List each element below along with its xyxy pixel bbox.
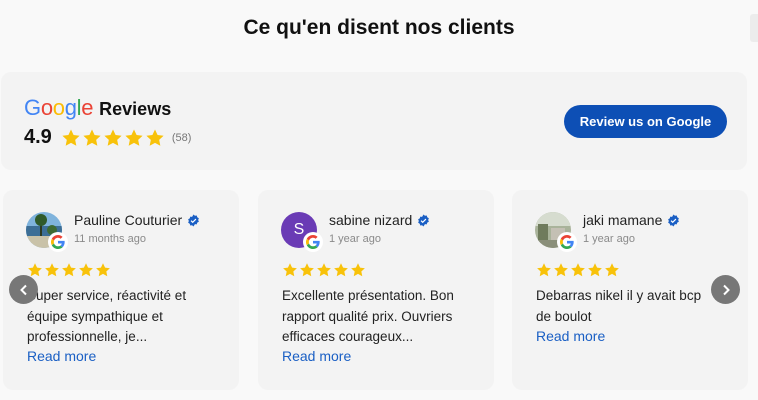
star-icon	[554, 263, 568, 277]
review-date: 1 year ago	[583, 233, 635, 245]
star-icon	[104, 129, 122, 146]
reviewer-name-row: jaki mamane	[583, 212, 680, 228]
star-icon	[317, 263, 331, 277]
read-more-link[interactable]: Read more	[282, 348, 351, 364]
rating-row: 4.9 (58)	[24, 126, 191, 149]
star-icon	[79, 263, 93, 277]
star-icon	[283, 263, 297, 277]
google-g-icon	[303, 232, 323, 252]
star-icon	[96, 263, 110, 277]
reviewer-avatar	[535, 212, 577, 252]
section-title: Ce qu'en disent nos clients	[243, 16, 515, 39]
google-wordmark: Google	[24, 95, 94, 120]
review-date: 11 months ago	[74, 233, 146, 245]
star-icon	[62, 263, 76, 277]
star-icon	[300, 263, 314, 277]
summary-stars	[61, 128, 165, 148]
review-stars	[282, 262, 366, 278]
review-card: Pauline Couturier 11 months ago Super se…	[3, 190, 239, 390]
verified-check-icon	[418, 214, 430, 226]
google-g-icon	[48, 232, 68, 252]
review-stars	[536, 262, 620, 278]
reviewer-name: jaki mamane	[583, 212, 663, 228]
reviewer-avatar: S	[281, 212, 323, 252]
review-us-button[interactable]: Review us on Google	[564, 105, 727, 138]
rating-value: 4.9	[24, 126, 52, 148]
reviewer-name: Pauline Couturier	[74, 212, 183, 228]
review-text: Super service, réactivité et équipe symp…	[27, 288, 187, 344]
read-more-link[interactable]: Read more	[536, 328, 605, 344]
review-date: 1 year ago	[329, 233, 381, 245]
google-reviews-logo: Google Reviews	[24, 95, 171, 121]
star-icon	[83, 129, 101, 146]
star-icon	[588, 263, 602, 277]
star-icon	[125, 129, 143, 146]
google-g-icon	[557, 232, 577, 252]
star-icon	[571, 263, 585, 277]
star-icon	[605, 263, 619, 277]
verified-check-icon	[188, 214, 200, 226]
reviews-summary-panel: Google Reviews 4.9 (58) Review us on Goo…	[1, 72, 747, 170]
star-icon	[351, 263, 365, 277]
review-text: Debarras nikel il y avait bcp de boulot	[536, 288, 702, 324]
review-stars	[27, 262, 111, 278]
chevron-left-icon[interactable]	[9, 275, 38, 304]
chevron-right-icon[interactable]	[711, 275, 740, 304]
verified-check-icon	[668, 214, 680, 226]
star-icon	[62, 129, 80, 146]
star-icon	[146, 129, 164, 146]
star-icon	[334, 263, 348, 277]
read-more-link[interactable]: Read more	[27, 348, 96, 364]
reviewer-name-row: Pauline Couturier	[74, 212, 200, 228]
reviews-label: Reviews	[99, 99, 172, 119]
reviewer-name-row: sabine nizard	[329, 212, 430, 228]
review-text: Excellente présentation. Bon rapport qua…	[282, 288, 454, 344]
reviewer-avatar	[26, 212, 68, 252]
reviewer-name: sabine nizard	[329, 212, 413, 228]
star-icon	[45, 263, 59, 277]
star-icon	[537, 263, 551, 277]
rating-count: (58)	[171, 131, 192, 144]
review-card: S sabine nizard 1 year ago Excellente pr…	[258, 190, 494, 390]
